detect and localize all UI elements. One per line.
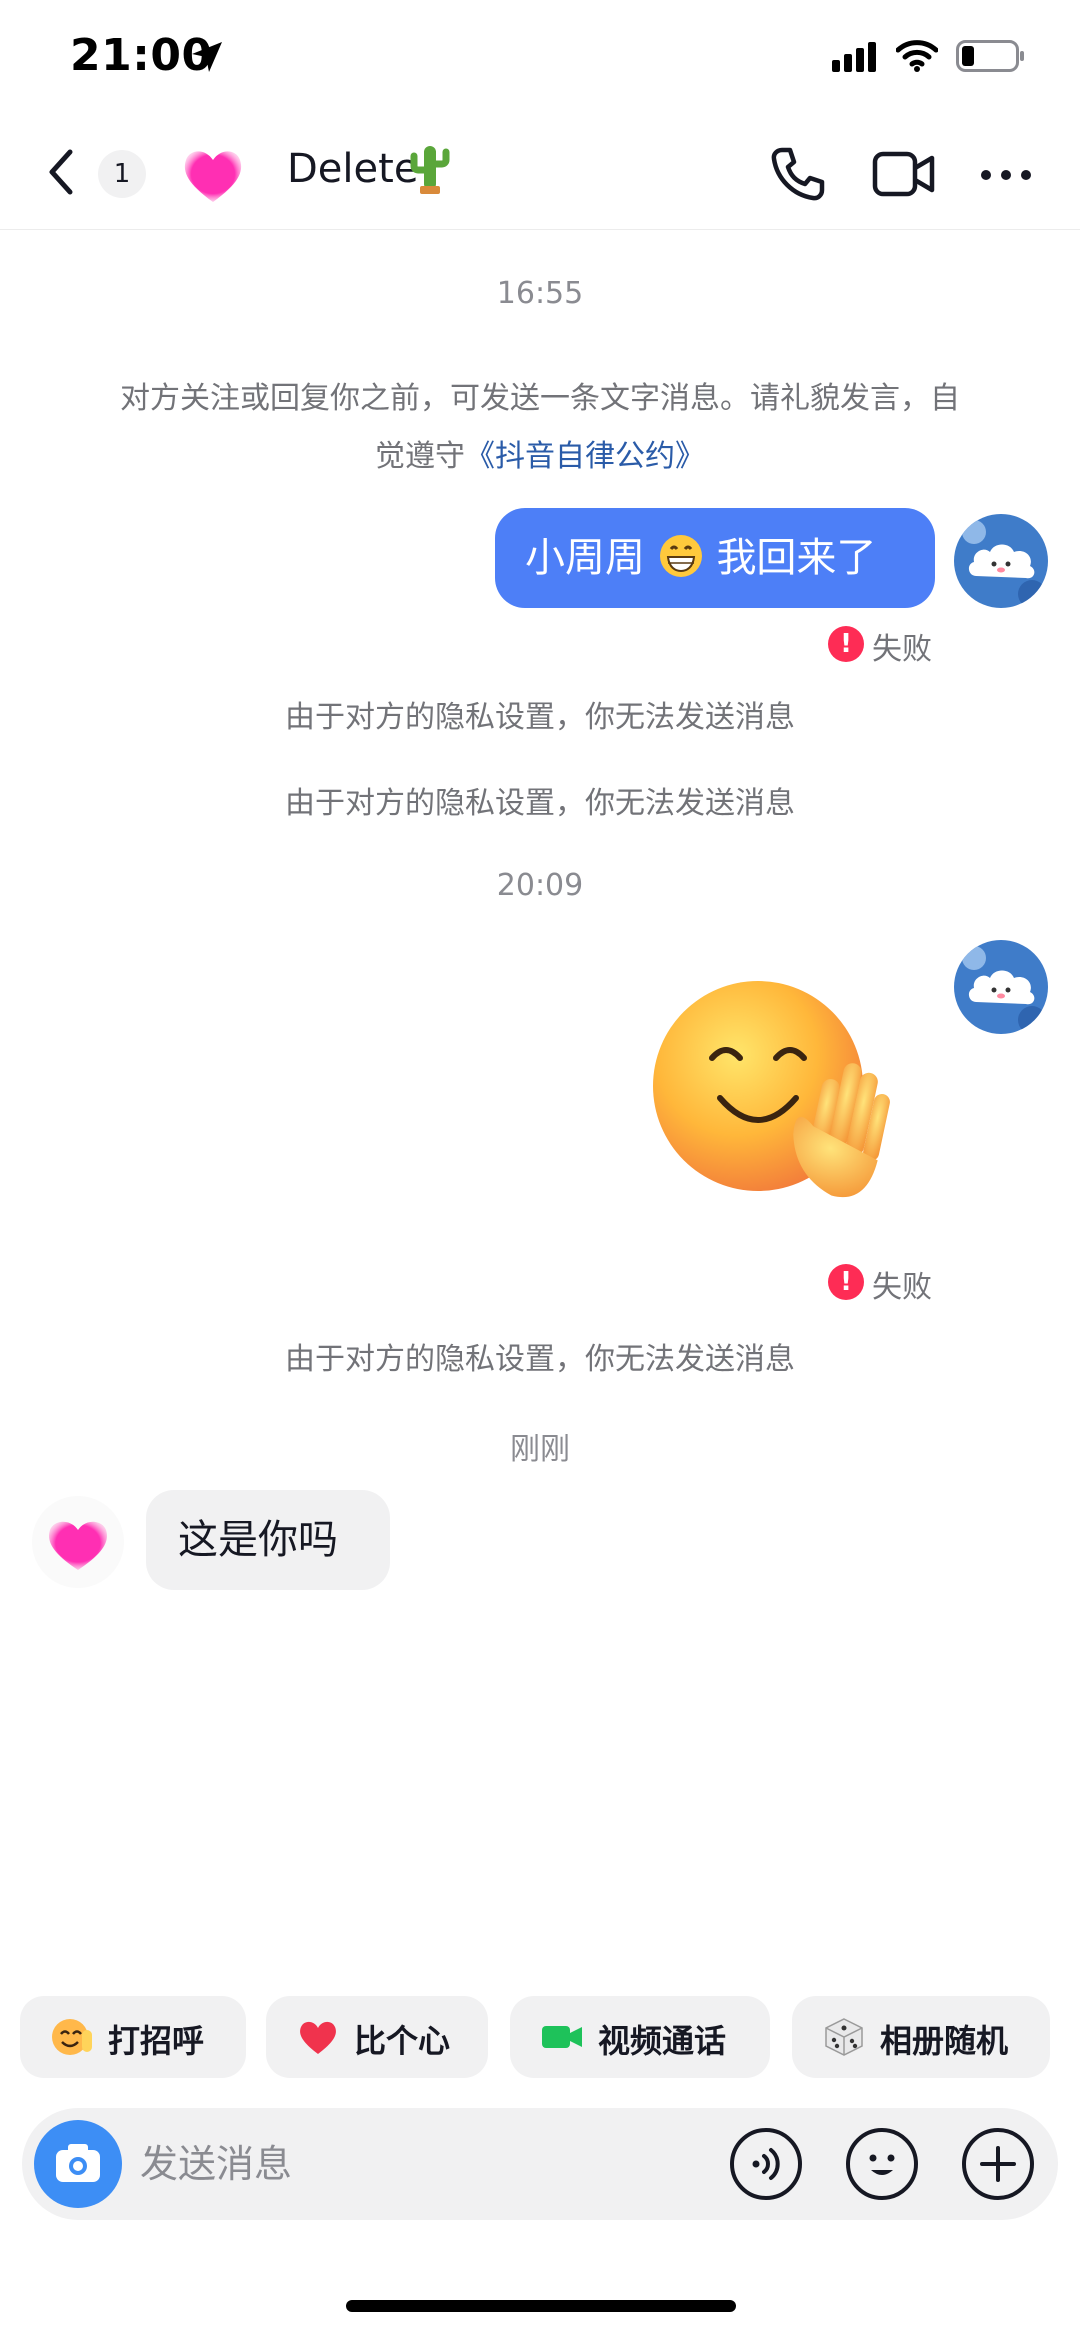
heart-emoji-icon bbox=[300, 2021, 336, 2054]
follow-notice: 对方关注或回复你之前，可发送一条文字消息。请礼貌发言，自觉遵守《抖音自律公约》 bbox=[120, 370, 960, 486]
battery-icon bbox=[956, 40, 1024, 72]
grin-emoji-icon bbox=[659, 535, 702, 577]
video-camera-icon bbox=[542, 2026, 582, 2048]
outgoing-message-suffix: 我回来了 bbox=[716, 535, 877, 581]
privacy-notice: 由于对方的隐私设置，你无法发送消息 bbox=[285, 786, 795, 821]
privacy-notice: 由于对方的隐私设置，你无法发送消息 bbox=[285, 1342, 795, 1377]
incoming-message-text: 这是你吗 bbox=[178, 1517, 338, 1563]
failed-label: 失败 bbox=[872, 632, 932, 667]
back-button[interactable] bbox=[38, 142, 88, 202]
location-arrow-icon bbox=[192, 42, 222, 72]
emoji-picker-button[interactable] bbox=[844, 2126, 920, 2202]
wave-emoji-icon bbox=[52, 2019, 92, 2055]
privacy-notice: 由于对方的隐私设置，你无法发送消息 bbox=[285, 700, 795, 735]
self-discipline-pact-link[interactable]: 《抖音自律公约》 bbox=[465, 439, 705, 474]
video-call-button[interactable] bbox=[872, 148, 936, 200]
chat-header: 1 Delete bbox=[0, 120, 1080, 230]
error-icon: ! bbox=[828, 1264, 864, 1300]
quick-action-heart[interactable]: 比个心 bbox=[266, 1996, 488, 2078]
voice-call-button[interactable] bbox=[768, 144, 828, 204]
quick-action-say-hi[interactable]: 打招呼 bbox=[20, 1996, 246, 2078]
message-composer bbox=[22, 2108, 1058, 2220]
outgoing-message-bubble[interactable]: 小周周 我回来了 bbox=[495, 508, 935, 608]
home-indicator[interactable] bbox=[346, 2300, 736, 2312]
incoming-message-bubble[interactable]: 这是你吗 bbox=[146, 1490, 390, 1590]
timestamp: 20:09 bbox=[496, 868, 584, 903]
heart-avatar-image bbox=[49, 1521, 107, 1570]
error-icon: ! bbox=[828, 626, 864, 662]
contact-avatar[interactable] bbox=[32, 1496, 124, 1588]
cellular-signal-icon bbox=[832, 42, 876, 72]
more-options-button[interactable] bbox=[978, 160, 1034, 190]
failed-label: 失败 bbox=[872, 1270, 932, 1305]
status-bar: 21:00 bbox=[0, 0, 1080, 120]
quick-action-random-album[interactable]: 相册随机 bbox=[792, 1996, 1050, 2078]
message-input[interactable] bbox=[140, 2134, 700, 2194]
quick-action-video-call[interactable]: 视频通话 bbox=[510, 1996, 770, 2078]
contact-avatar[interactable] bbox=[178, 140, 248, 210]
my-avatar[interactable] bbox=[954, 940, 1048, 1034]
my-avatar[interactable] bbox=[954, 514, 1048, 608]
wifi-icon bbox=[896, 40, 938, 72]
camera-icon bbox=[56, 2144, 100, 2182]
timestamp: 刚刚 bbox=[510, 1432, 570, 1467]
quick-action-label: 比个心 bbox=[354, 2022, 451, 2060]
contact-name[interactable]: Delete bbox=[287, 146, 418, 192]
voice-message-button[interactable] bbox=[728, 2126, 804, 2202]
quick-action-label: 打招呼 bbox=[108, 2022, 205, 2060]
timestamp: 16:55 bbox=[496, 276, 584, 311]
waving-smiley-sticker[interactable] bbox=[640, 978, 920, 1208]
camera-button[interactable] bbox=[34, 2120, 122, 2208]
outgoing-message-prefix: 小周周 bbox=[525, 535, 645, 581]
dice-emoji-icon bbox=[825, 2018, 863, 2056]
cloud-avatar-image bbox=[954, 514, 1048, 608]
quick-actions-bar: 打招呼 比个心 视频通话 相册随机 bbox=[0, 1996, 1080, 2078]
quick-action-label: 视频通话 bbox=[598, 2022, 727, 2060]
more-attachments-button[interactable] bbox=[960, 2126, 1036, 2202]
quick-action-label: 相册随机 bbox=[880, 2022, 1009, 2060]
cactus-icon bbox=[410, 146, 450, 194]
unread-count-badge: 1 bbox=[98, 150, 146, 198]
cloud-avatar-image bbox=[954, 940, 1048, 1034]
